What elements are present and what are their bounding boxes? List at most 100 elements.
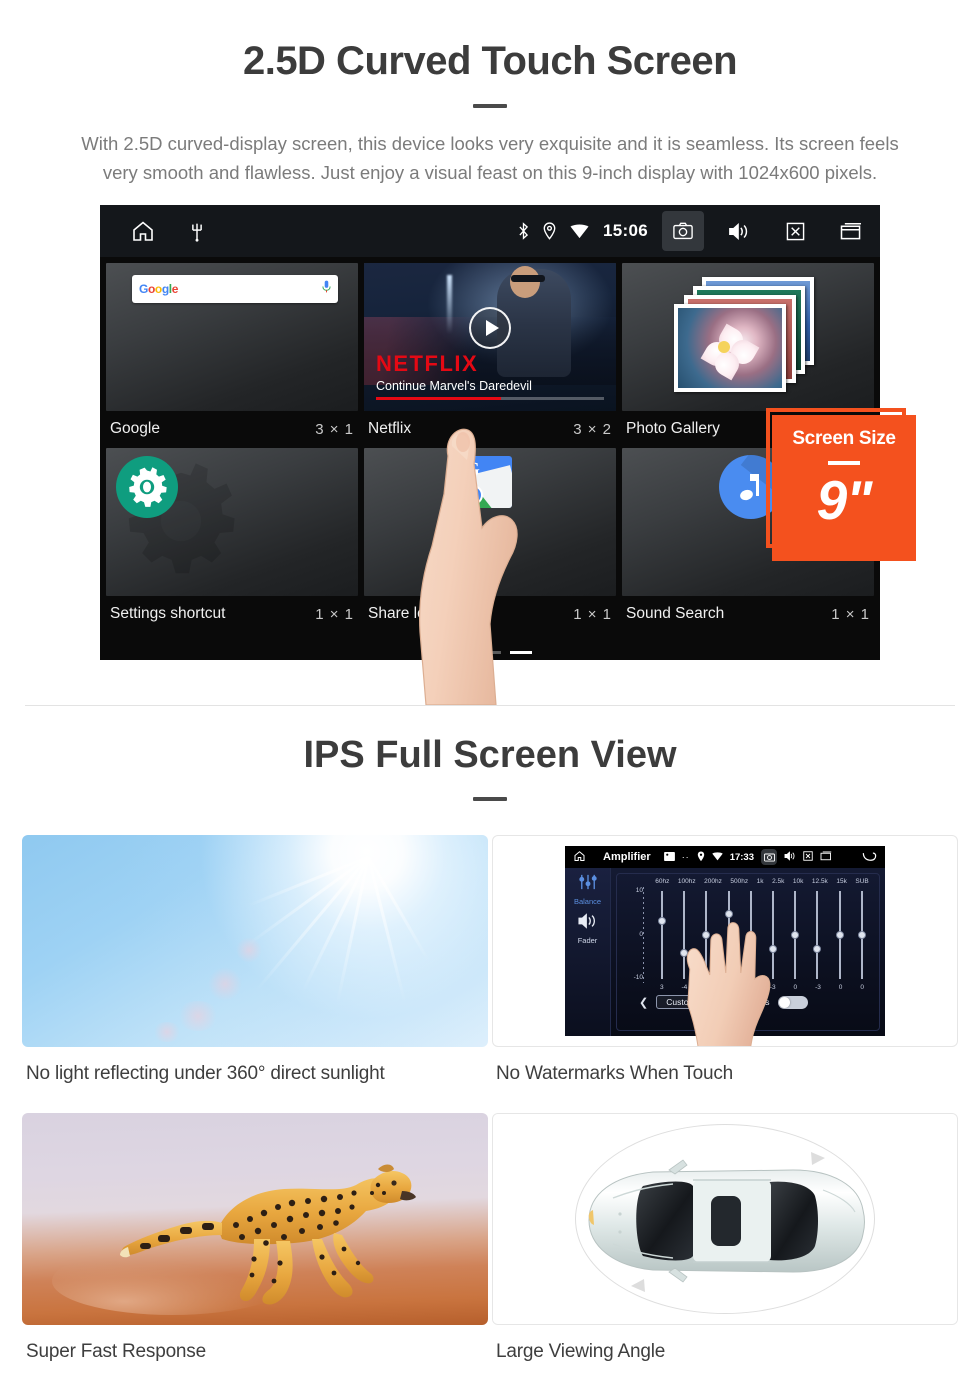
prev-preset-icon[interactable]: ❮ [639, 996, 648, 1009]
widget-google-thumb: Google [106, 263, 358, 412]
netflix-figure-glasses [511, 275, 546, 283]
recents-icon[interactable] [820, 851, 832, 863]
scale-ticks [643, 887, 644, 984]
band-label: 12.5k [811, 878, 828, 886]
screen-size-badge: Screen Size 9" [772, 415, 916, 562]
widget-netflix-thumb: NETFLIX Continue Marvel's Daredevil [364, 263, 616, 412]
netflix-light [447, 275, 453, 335]
amplifier-sidebar: Balance Fader [565, 868, 611, 1037]
screen-size-value: 9" [816, 469, 873, 532]
volume-icon[interactable] [718, 211, 760, 251]
loudness-label: loudness [735, 997, 770, 1008]
page-subtitle: With 2.5D curved-display screen, this de… [81, 133, 899, 183]
car-figure [588, 1152, 865, 1293]
bluetooth-icon [518, 222, 529, 241]
eq-slider [768, 887, 778, 983]
equalizer-icon[interactable] [578, 874, 598, 895]
recents-icon[interactable] [830, 211, 872, 251]
cheetah-figure [52, 1164, 416, 1316]
maps-g-letter: G [465, 459, 480, 481]
amplifier-status-bar: Amplifier ·· 17:33 [565, 846, 885, 869]
note-glyph [738, 474, 762, 503]
band-value: 0 [860, 984, 864, 992]
section2-title-underline [473, 797, 507, 802]
google-logo: Google [139, 282, 178, 297]
mic-icon[interactable] [322, 280, 331, 298]
feature-cell-cheetah: Super Fast Response [20, 1085, 490, 1363]
preset-button[interactable]: Custom [656, 995, 706, 1010]
widget-name: Netflix [368, 420, 412, 438]
widget-name: Sound Search [626, 605, 725, 623]
home-icon[interactable] [130, 219, 156, 243]
eq-slider [657, 887, 667, 983]
wifi-icon [570, 224, 589, 239]
slider-group [651, 887, 873, 983]
balance-label[interactable]: Balance [574, 897, 601, 906]
home-icon[interactable] [573, 850, 586, 864]
google-search-widget[interactable]: Google [132, 275, 338, 304]
play-icon[interactable] [469, 307, 511, 350]
band-value: -4 [681, 984, 688, 992]
page-dot[interactable] [448, 651, 470, 655]
eq-slider [724, 887, 734, 983]
scale-bottom: -10 [633, 974, 643, 982]
settings-gear-icon [116, 456, 178, 519]
widget-row-2: Settings shortcut 1 × 1 G Share location… [106, 448, 874, 634]
camera-icon[interactable] [761, 849, 777, 866]
widget-size: 1 × 1 [573, 605, 612, 623]
screen-size-label: Screen Size [792, 428, 896, 450]
widget-size: 3 × 1 [315, 420, 354, 438]
more-icon[interactable]: ·· [682, 852, 690, 862]
page-dot[interactable] [479, 651, 501, 655]
widget-size: 1 × 1 [315, 605, 354, 623]
widget-name: Photo Gallery [626, 420, 720, 438]
android-home-screen: 15:06 Google Google 3 × 1 NETFLIX Contin… [100, 205, 880, 661]
amplifier-time: 17:33 [729, 851, 754, 863]
feature-grid: No light reflecting under 360° direct su… [20, 835, 960, 1363]
photo-thumb-front [674, 304, 786, 393]
amplifier-footer: ❮ Custom loudness [623, 995, 873, 1010]
amplifier-screen: Amplifier ·· 17:33 Balance Fader 60hz 10… [565, 846, 885, 1047]
device-screenshot-wrap: 15:06 Google Google 3 × 1 NETFLIX Contin… [0, 205, 980, 706]
volume-icon[interactable] [784, 851, 796, 863]
equalizer-sliders-area: 10 0 -10 [623, 887, 873, 984]
eq-slider [746, 887, 756, 983]
back-icon[interactable] [862, 851, 877, 864]
flower-image [700, 323, 760, 380]
band-label: 15k [836, 878, 847, 886]
wifi-icon [711, 852, 723, 863]
widget-name: Settings shortcut [110, 605, 226, 623]
fader-speaker-icon[interactable] [577, 913, 599, 934]
loudness-toggle[interactable] [777, 995, 808, 1009]
widget-google[interactable]: Google Google 3 × 1 [106, 263, 358, 449]
widget-share-location[interactable]: G Share location 1 × 1 [364, 448, 616, 634]
netflix-artwork: NETFLIX Continue Marvel's Daredevil [364, 263, 616, 412]
widget-netflix[interactable]: NETFLIX Continue Marvel's Daredevil Netf… [364, 263, 616, 449]
eq-slider [701, 887, 711, 983]
fader-label[interactable]: Fader [578, 936, 598, 945]
feature-caption: No Watermarks When Touch [496, 1063, 734, 1085]
feature-cell-sunlight: No light reflecting under 360° direct su… [20, 835, 490, 1085]
band-value: 0 [838, 984, 843, 992]
close-box-icon[interactable] [774, 211, 816, 251]
close-box-icon[interactable] [803, 851, 813, 863]
eq-slider [812, 887, 822, 983]
page-title: 2.5D Curved Touch Screen [242, 39, 738, 83]
page-dot-active[interactable] [510, 651, 532, 655]
netflix-subtitle: Continue Marvel's Daredevil [376, 379, 532, 394]
widget-settings-shortcut[interactable]: Settings shortcut 1 × 1 [106, 448, 358, 634]
band-value: 3 [659, 984, 664, 992]
usb-icon[interactable] [190, 220, 204, 242]
ips-full-screen-view-section: IPS Full Screen View No light reflecting… [0, 706, 980, 1363]
widget-label-row: Share location 1 × 1 [364, 596, 616, 634]
photo-stack [674, 277, 814, 393]
band-label: SUB [855, 878, 869, 886]
band-label: 500hz [730, 878, 749, 886]
widget-label-row: Google 3 × 1 [106, 411, 358, 449]
badge-divider [828, 461, 860, 466]
widget-name: Google [110, 420, 160, 438]
gallery-icon[interactable] [663, 851, 675, 863]
camera-icon[interactable] [662, 211, 704, 252]
widget-row-1: Google Google 3 × 1 NETFLIX Continue Mar… [106, 263, 874, 449]
band-value: 0 [726, 984, 731, 992]
